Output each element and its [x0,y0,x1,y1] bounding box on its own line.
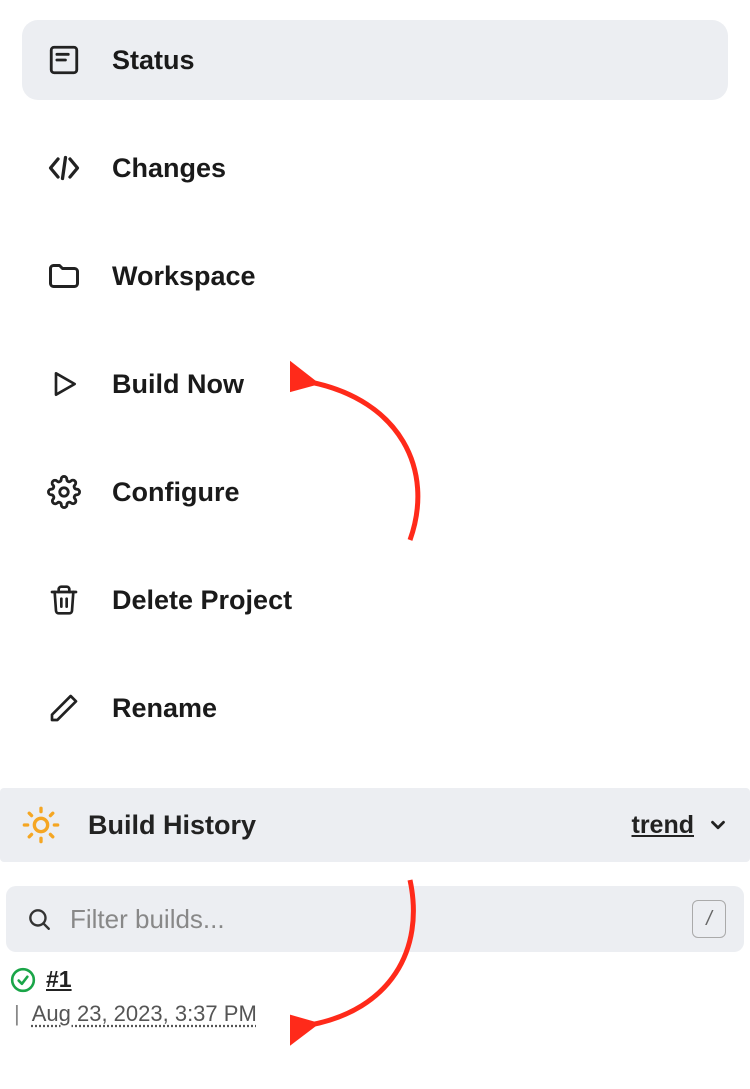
nav-item-build-now[interactable]: Build Now [22,344,728,424]
build-history-header: Build History trend [0,788,750,862]
nav-item-label: Rename [112,693,217,724]
nav-item-configure[interactable]: Configure [22,452,728,532]
pencil-icon [44,688,84,728]
chevron-down-icon[interactable] [706,813,730,837]
nav-item-workspace[interactable]: Workspace [22,236,728,316]
gear-icon [44,472,84,512]
nav-item-label: Build Now [112,369,244,400]
nav-item-label: Changes [112,153,226,184]
filter-input[interactable] [70,904,692,935]
success-icon [10,967,36,993]
nav-item-delete-project[interactable]: Delete Project [22,560,728,640]
code-icon [44,148,84,188]
divider: | [14,1001,20,1027]
shortcut-hint: / [692,900,726,938]
nav-item-changes[interactable]: Changes [22,128,728,208]
status-icon [44,40,84,80]
search-icon [24,904,54,934]
build-history-title: Build History [88,810,632,841]
trash-icon [44,580,84,620]
nav-item-label: Workspace [112,261,256,292]
build-row[interactable]: #1 | Aug 23, 2023, 3:37 PM [0,952,750,1027]
nav-item-label: Configure [112,477,240,508]
nav-item-rename[interactable]: Rename [22,668,728,748]
build-date-link[interactable]: Aug 23, 2023, 3:37 PM [32,1001,257,1027]
trend-link[interactable]: trend [632,811,695,840]
play-icon [44,364,84,404]
build-number-link[interactable]: #1 [46,966,72,993]
filter-bar: / [6,886,744,952]
nav-item-label: Delete Project [112,585,292,616]
folder-icon [44,256,84,296]
nav-item-status[interactable]: Status [22,20,728,100]
nav-item-label: Status [112,45,195,76]
sun-icon [20,804,62,846]
